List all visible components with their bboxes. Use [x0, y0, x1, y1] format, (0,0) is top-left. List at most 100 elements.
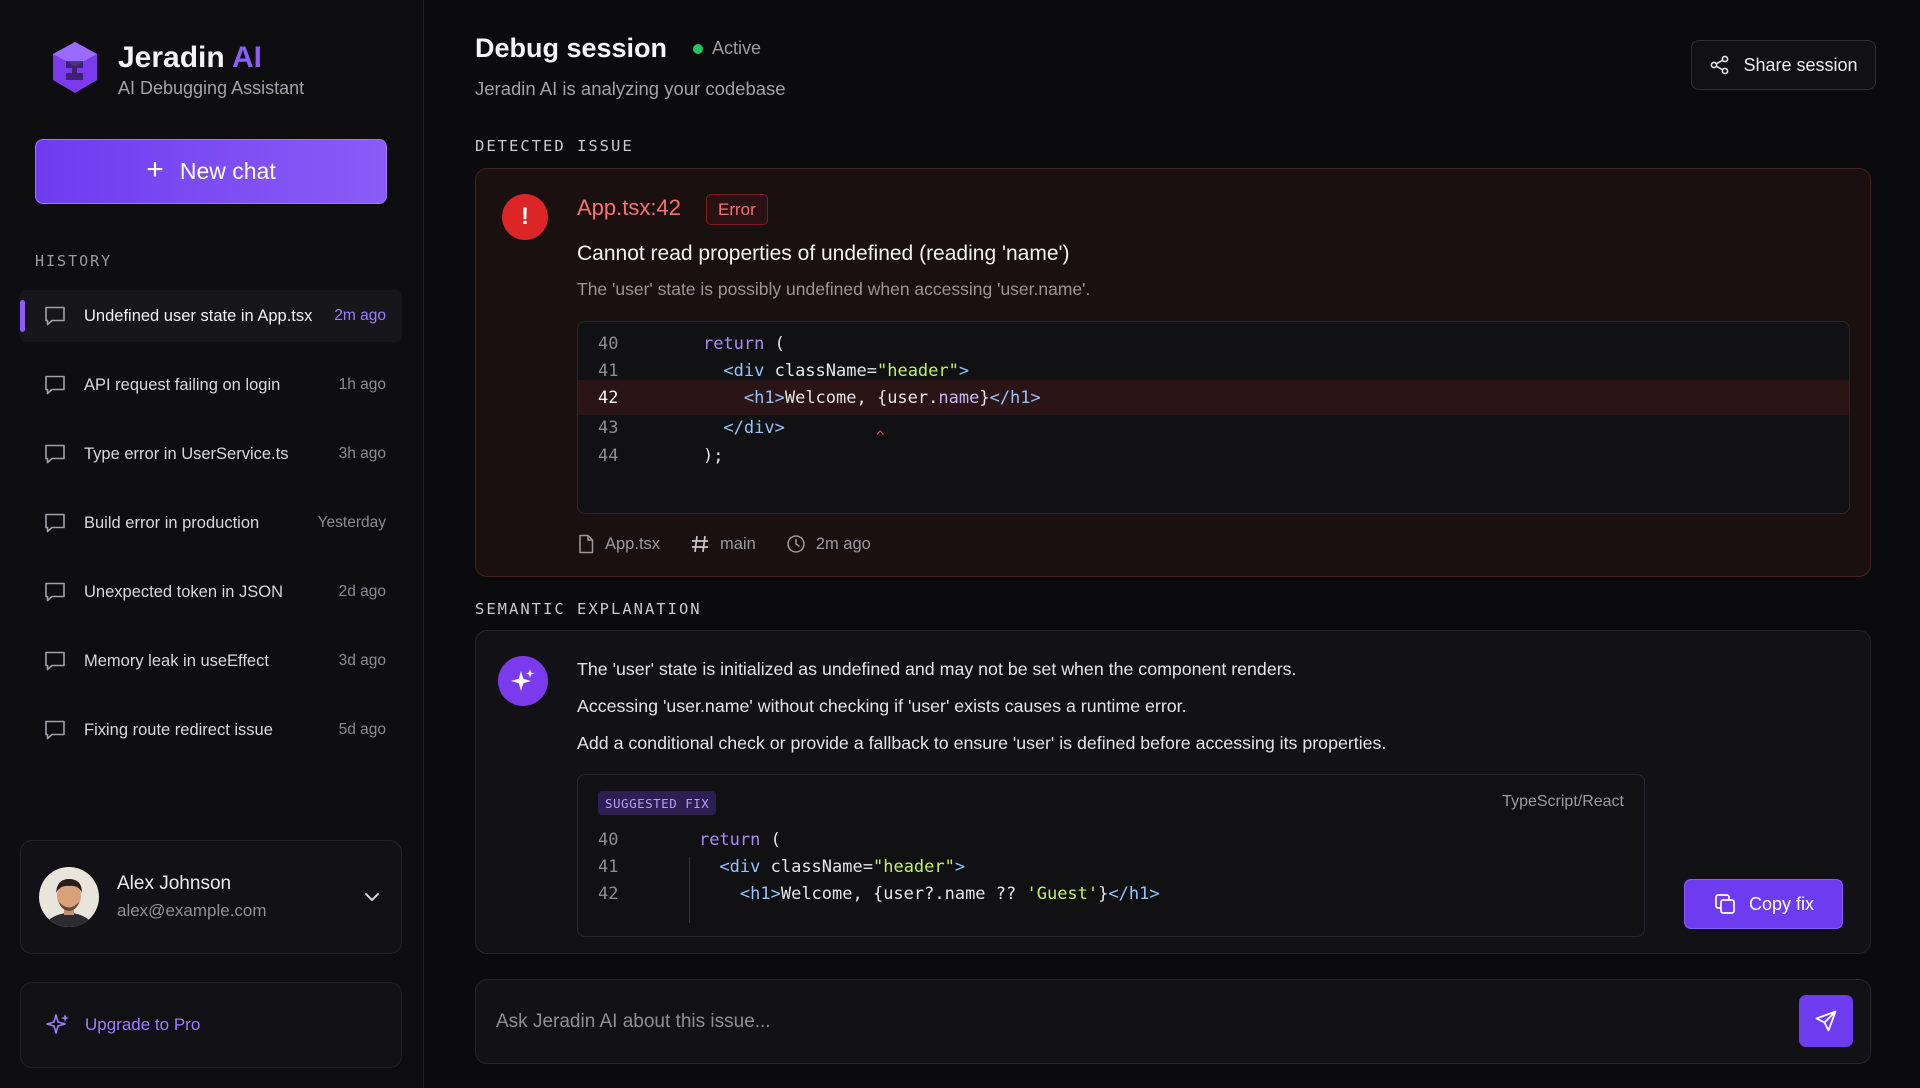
status-badge: Active [693, 38, 761, 59]
code-token: 'Guest' [1026, 883, 1099, 904]
code-line: 44 ); [578, 438, 1849, 473]
history-item[interactable]: Type error in UserService.ts 3h ago [20, 428, 402, 480]
history-item-time: 3d ago [338, 652, 386, 669]
code-token: } [979, 387, 990, 408]
status-dot-icon [693, 43, 704, 54]
share-icon [1711, 55, 1729, 75]
history-item[interactable]: Build error in production Yesterday [20, 497, 402, 549]
sparkle-icon [46, 1014, 69, 1034]
brand: Jeradin AI AI Debugging Assistant [50, 40, 304, 99]
line-number: 43 [598, 417, 619, 438]
code-token: ( [760, 829, 781, 850]
line-number: 40 [598, 829, 619, 850]
share-session-button[interactable]: Share session [1691, 40, 1876, 90]
issue-description: The 'user' state is possibly undefined w… [577, 279, 1091, 299]
code-token: name [938, 387, 980, 408]
chevron-down-icon[interactable] [361, 886, 383, 908]
user-card[interactable]: Alex Johnson alex@example.com [20, 840, 402, 954]
fix-language-label: TypeScript/React [1502, 793, 1624, 810]
code-token: ( [764, 333, 785, 354]
history-item-title: Undefined user state in App.tsx [84, 306, 313, 325]
chat-bubble-icon [45, 513, 65, 533]
error-badge: Error [706, 194, 768, 225]
sidebar: Jeradin AI AI Debugging Assistant + New … [0, 0, 424, 1088]
code-token: </h1> [989, 387, 1041, 408]
ask-bar [475, 979, 1871, 1064]
code-token: "header" [876, 360, 959, 381]
ask-input[interactable] [496, 1000, 1746, 1044]
file-icon [579, 534, 594, 554]
suggested-fix-badge: SUGGESTED FIX [598, 791, 717, 815]
brand-name: Jeradin AI [118, 41, 262, 74]
history-item-time: 2m ago [334, 307, 386, 324]
issue-card: ! App.tsx:42 Error Cannot read propertie… [475, 168, 1871, 577]
code-token: </div> [723, 417, 785, 438]
history-item-time: 5d ago [338, 721, 386, 738]
history-item-title: API request failing on login [84, 375, 281, 394]
line-number: 42 [598, 387, 619, 408]
history-item-title: Memory leak in useEffect [84, 651, 269, 670]
history-list: Undefined user state in App.tsx 2m ago API… [20, 290, 402, 773]
copy-icon [1715, 894, 1735, 914]
error-icon: ! [502, 194, 548, 240]
history-item-time: Yesterday [317, 514, 386, 531]
code-token: > [958, 360, 970, 381]
history-item-time: 3h ago [338, 445, 386, 462]
history-item[interactable]: Memory leak in useEffect 3d ago [20, 635, 402, 687]
line-number: 41 [598, 856, 619, 877]
chat-bubble-icon [45, 306, 65, 326]
semantic-explanation-label: SEMANTIC EXPLANATION [475, 600, 702, 618]
page-subtitle: Jeradin AI is analyzing your codebase [475, 78, 786, 99]
line-number: 42 [598, 883, 619, 904]
history-item[interactable]: Unexpected token in JSON 2d ago [20, 566, 402, 618]
code-token: className [770, 856, 863, 877]
page-title: Debug session [475, 33, 668, 63]
new-chat-button[interactable]: + New chat [35, 139, 387, 204]
code-token: <div [719, 856, 771, 877]
history-item-title: Build error in production [84, 513, 260, 532]
issue-meta: App.tsx main 2m ago [577, 534, 871, 554]
plus-icon: + [146, 153, 164, 186]
history-item-time: 1h ago [338, 376, 386, 393]
chat-bubble-icon [45, 375, 65, 395]
history-item[interactable]: Undefined user state in App.tsx 2m ago [20, 290, 402, 342]
code-token: } [1098, 883, 1109, 904]
copy-fix-button[interactable]: Copy fix [1684, 879, 1843, 929]
clock-icon [787, 535, 805, 553]
explanation-line: Accessing 'user.name' without checking i… [577, 696, 1187, 716]
code-line: 42 <h1> Welcome, {user?.name ?? 'Guest'} <… [578, 877, 1160, 910]
new-chat-label: New chat [179, 158, 276, 184]
send-button[interactable] [1799, 995, 1853, 1047]
send-icon [1815, 1010, 1837, 1032]
code-token: = [866, 360, 877, 381]
hash-icon [692, 535, 709, 553]
issue-code-block: ^ 40 return (41 <div className = "header" >… [577, 321, 1850, 514]
ai-sparkle-icon [498, 656, 548, 706]
history-item-title: Unexpected token in JSON [84, 582, 284, 601]
upgrade-to-pro-button[interactable]: Upgrade to Pro [20, 982, 402, 1068]
user-name: Alex Johnson [117, 873, 232, 894]
meta-time: 2m ago [786, 534, 871, 554]
code-token: Welcome, {user. [784, 387, 939, 408]
brand-subtitle: AI Debugging Assistant [118, 78, 305, 98]
issue-file-link[interactable]: App.tsx:42 [577, 195, 681, 221]
code-token: ); [702, 445, 724, 466]
code-token: return [702, 333, 765, 354]
code-token: className [774, 360, 867, 381]
code-token: <h1> [739, 883, 781, 904]
user-email: alex@example.com [117, 901, 267, 920]
chat-bubble-icon [45, 582, 65, 602]
history-item[interactable]: Fixing route redirect issue 5d ago [20, 704, 402, 756]
history-item-time: 2d ago [338, 583, 386, 600]
detected-issue-label: DETECTED ISSUE [475, 137, 634, 155]
history-item[interactable]: API request failing on login 1h ago [20, 359, 402, 411]
explanation-line: Add a conditional check or provide a fal… [577, 733, 1387, 753]
